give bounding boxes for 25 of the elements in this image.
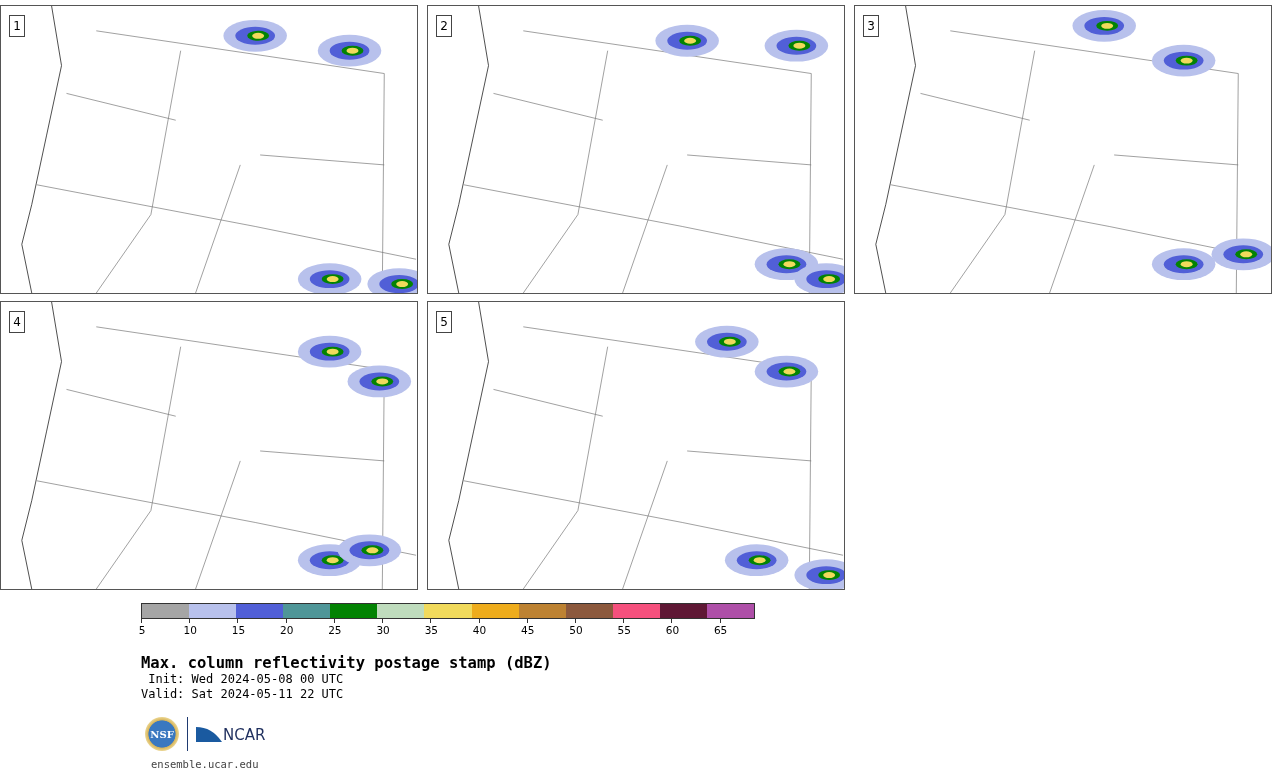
valid-time: Valid: Sat 2024-05-11 22 UTC [141,687,345,702]
tick-label: 65 [713,624,728,636]
tick-label: 20 [279,624,294,636]
swoosh-icon [196,725,222,743]
panel-number: 3 [863,15,879,37]
panel-number: 5 [436,311,452,333]
init-time: Init: Wed 2024-05-08 00 UTC [147,672,345,687]
site-url: ensemble.ucar.edu [151,758,260,770]
panel-number: 2 [436,15,452,37]
panel-number: 1 [9,15,25,37]
tick-label: 60 [665,624,680,636]
ncar-logo: NCAR [223,727,266,743]
tick-label: 40 [472,624,487,636]
tick-label: 45 [521,624,535,636]
tick-label: 55 [617,624,631,636]
panel-number: 4 [9,311,25,333]
nsf-seal-logo: NSF [145,717,179,751]
tick-label: 25 [328,624,342,636]
tick-label: 30 [376,624,390,636]
chart-title: Max. column reflectivity postage stamp (dBZ) [141,654,553,672]
tick-label: 5 [138,624,146,636]
tick-label: 15 [231,624,246,636]
tick-label: 10 [183,624,197,636]
tick-label: 50 [569,624,583,636]
tick-label: 35 [424,624,438,636]
